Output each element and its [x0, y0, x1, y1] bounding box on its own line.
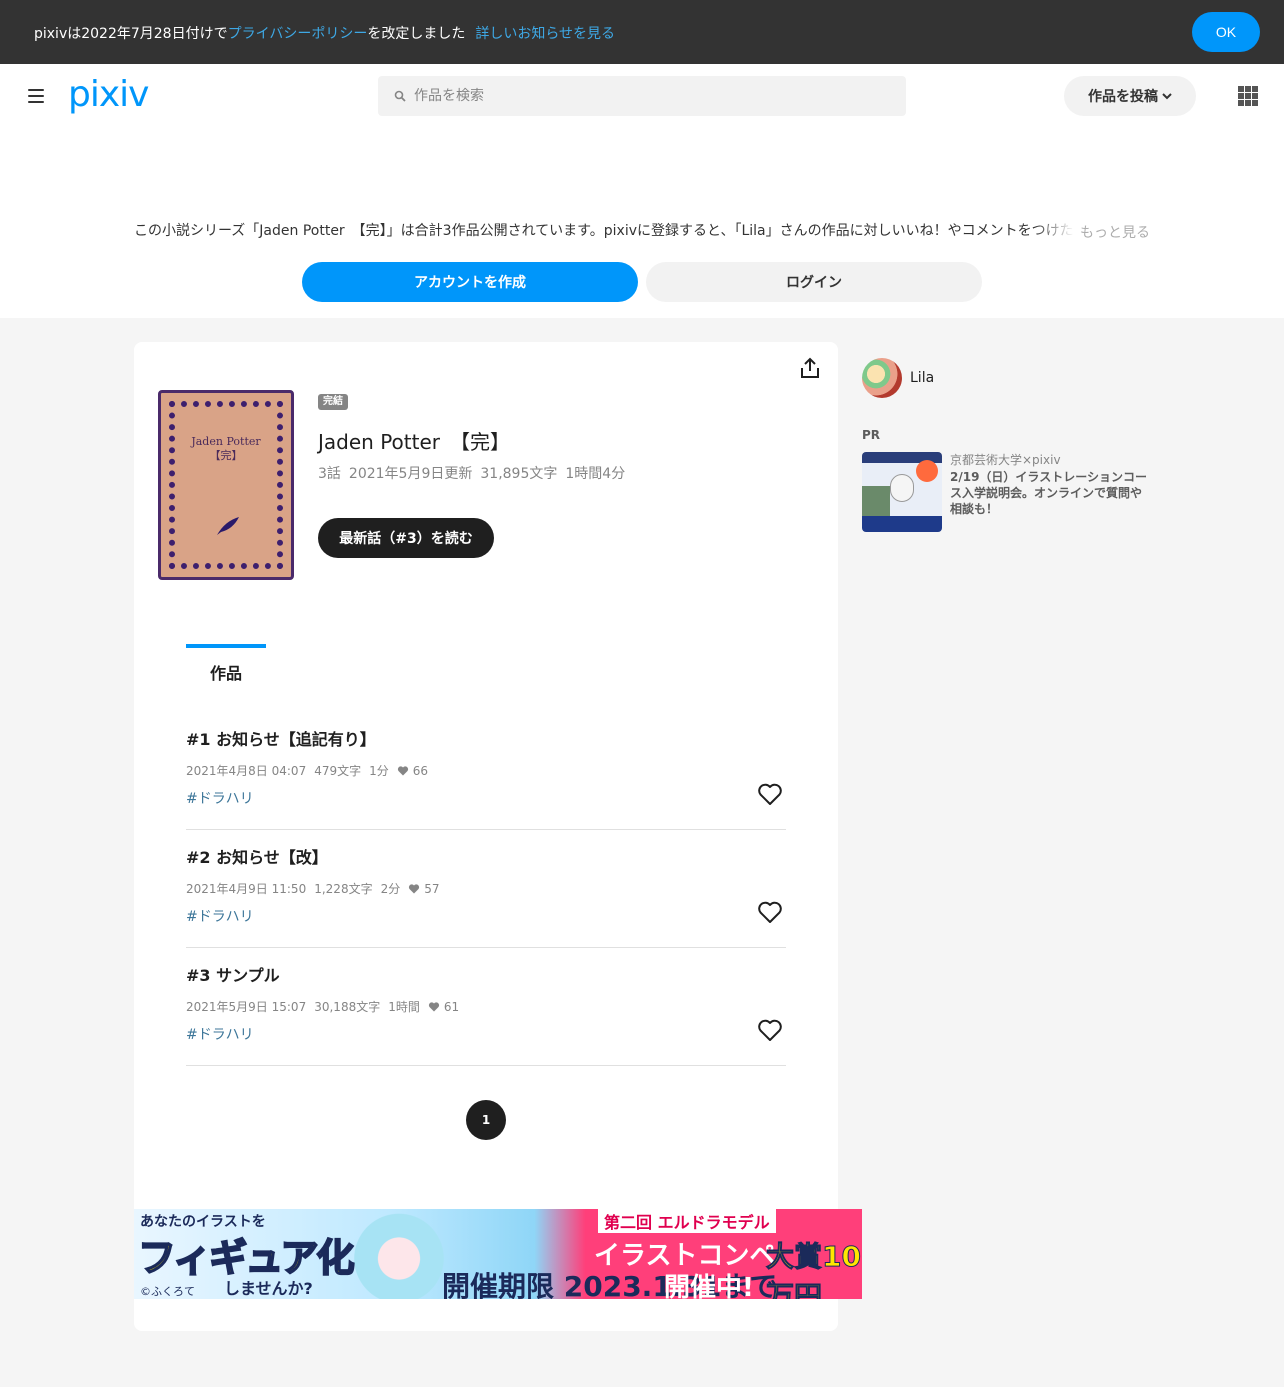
login-button[interactable]: ログイン [646, 262, 982, 302]
notice-prefix: pixivは2022年7月28日付けで [34, 26, 228, 42]
ad-sponsor[interactable]: 京都芸術大学×pixiv [950, 451, 1061, 468]
pr-label: PR [862, 428, 881, 442]
create-account-button[interactable]: アカウントを作成 [302, 262, 638, 302]
episode-likes: 61 [443, 999, 460, 1014]
episode-meta: 2021年4月8日 04:07 479文字 1分 66 [186, 762, 436, 779]
episode-meta: 2021年5月9日 15:07 30,188文字 1時間 61 [186, 998, 467, 1015]
notice-message: pixivは2022年7月28日付けでプライバシーポリシーを改定しました 詳しいお… [34, 23, 615, 43]
episode-likes: 66 [412, 763, 429, 778]
episode-chars: 479文字 [314, 764, 362, 778]
see-more-link[interactable]: もっと見る [1080, 222, 1150, 242]
banner-line3: しませんか? [224, 1279, 313, 1298]
char-count: 31,895文字 [480, 466, 558, 482]
list-item: #3 サンプル 2021年5月9日 15:07 30,188文字 1時間 61 … [186, 948, 786, 1066]
heart-icon [409, 884, 420, 894]
notice-ok-button[interactable]: OK [1192, 12, 1260, 52]
episode-tag[interactable]: #ドラハリ [186, 788, 254, 808]
episode-chars: 1,228文字 [314, 882, 373, 896]
episode-tag[interactable]: #ドラハリ [186, 906, 254, 926]
episode-tag[interactable]: #ドラハリ [186, 1024, 254, 1044]
like-heart-icon[interactable] [756, 1016, 784, 1044]
list-item: #1 お知らせ【追記有り】 2021年4月8日 04:07 479文字 1分 6… [186, 712, 786, 830]
episode-meta: 2021年4月9日 11:50 1,228文字 2分 57 [186, 880, 448, 897]
cover-title-line2: 【完】 [209, 449, 243, 462]
privacy-policy-link[interactable]: プライバシーポリシー [228, 26, 368, 42]
episode-title[interactable]: #2 お知らせ【改】 [186, 844, 328, 868]
heart-icon [397, 766, 408, 776]
pagination-current-page[interactable]: 1 [466, 1100, 506, 1140]
contest-banner-ad[interactable]: あなたのイラストを フィギュア化 しませんか? ©ふくろて 第二回 エルドラモデ… [134, 1209, 862, 1299]
banner-character-illustration [344, 1209, 454, 1299]
share-icon[interactable] [798, 356, 822, 380]
episode-time: 2分 [380, 882, 401, 896]
search-icon [394, 90, 406, 102]
episode-date: 2021年4月9日 11:50 [186, 882, 307, 896]
episode-count: 3話 [318, 466, 341, 482]
reading-time: 1時間4分 [565, 466, 626, 482]
heart-icon [428, 1002, 439, 1012]
episode-title[interactable]: #1 お知らせ【追記有り】 [186, 726, 376, 750]
episode-title[interactable]: #3 サンプル [186, 962, 280, 986]
like-heart-icon[interactable] [756, 898, 784, 926]
post-work-button[interactable]: 作品を投稿 [1064, 76, 1196, 116]
pixiv-logo[interactable]: pixiv [68, 74, 149, 115]
like-heart-icon[interactable] [756, 780, 784, 808]
episode-time: 1時間 [388, 1000, 420, 1014]
feather-icon [217, 517, 239, 535]
post-work-label: 作品を投稿 [1088, 89, 1158, 105]
cover-title: Jaden Potter 【完】 [161, 435, 291, 463]
ad-text[interactable]: 2/19（日）イラストレーションコース入学説明会。オンラインで質問や相談も！ [950, 469, 1150, 517]
privacy-notice-bar: pixivは2022年7月28日付けでプライバシーポリシーを改定しました 詳しいお… [0, 0, 1284, 64]
author-name[interactable]: Lila [910, 370, 934, 386]
cover-title-line1: Jaden Potter [191, 435, 261, 448]
series-meta: 3話 2021年5月9日更新 31,895文字 1時間4分 [318, 463, 633, 483]
header: pixiv 作品を投稿 この小説シリーズ「Jaden Potter 【完】」は合… [0, 64, 1284, 318]
notice-suffix: を改定しました [367, 26, 466, 42]
tab-works[interactable]: 作品 [186, 644, 266, 688]
episode-likes: 57 [424, 881, 440, 896]
apps-grid-icon[interactable] [1238, 86, 1258, 106]
search-bar[interactable] [378, 76, 906, 116]
avatar[interactable] [862, 358, 902, 398]
series-card: Jaden Potter 【完】 完結 Jaden Potter 【完】 3話 2… [134, 342, 838, 1331]
updated-date: 2021年5月9日更新 [348, 466, 473, 482]
completed-badge: 完結 [318, 394, 348, 410]
banner-status: 開催中! [664, 1273, 754, 1299]
chevron-down-icon [1162, 93, 1172, 100]
episode-time: 1分 [369, 764, 389, 778]
list-item: #2 お知らせ【改】 2021年4月9日 11:50 1,228文字 2分 57… [186, 830, 786, 948]
signup-promo-text: この小説シリーズ「Jaden Potter 【完】」は合計3作品公開されています… [134, 220, 1074, 240]
banner-prize: 大賞10万円 [766, 1240, 862, 1300]
search-input[interactable] [414, 76, 894, 116]
read-latest-button[interactable]: 最新話（#3）を読む [318, 518, 494, 558]
episode-chars: 30,188文字 [314, 1000, 381, 1014]
episode-date: 2021年5月9日 15:07 [186, 1000, 307, 1014]
ad-thumbnail[interactable] [862, 452, 942, 532]
banner-copyright: ©ふくろて [140, 1285, 195, 1298]
series-title: Jaden Potter 【完】 [318, 430, 510, 454]
hamburger-menu-icon[interactable] [28, 89, 44, 103]
banner-line2: フィギュア化 [137, 1235, 355, 1281]
banner-contest-name: 第二回 エルドラモデル [598, 1209, 776, 1233]
notice-detail-link[interactable]: 詳しいお知らせを見る [475, 26, 615, 42]
series-cover-image[interactable]: Jaden Potter 【完】 [158, 390, 294, 580]
episode-date: 2021年4月8日 04:07 [186, 764, 307, 778]
